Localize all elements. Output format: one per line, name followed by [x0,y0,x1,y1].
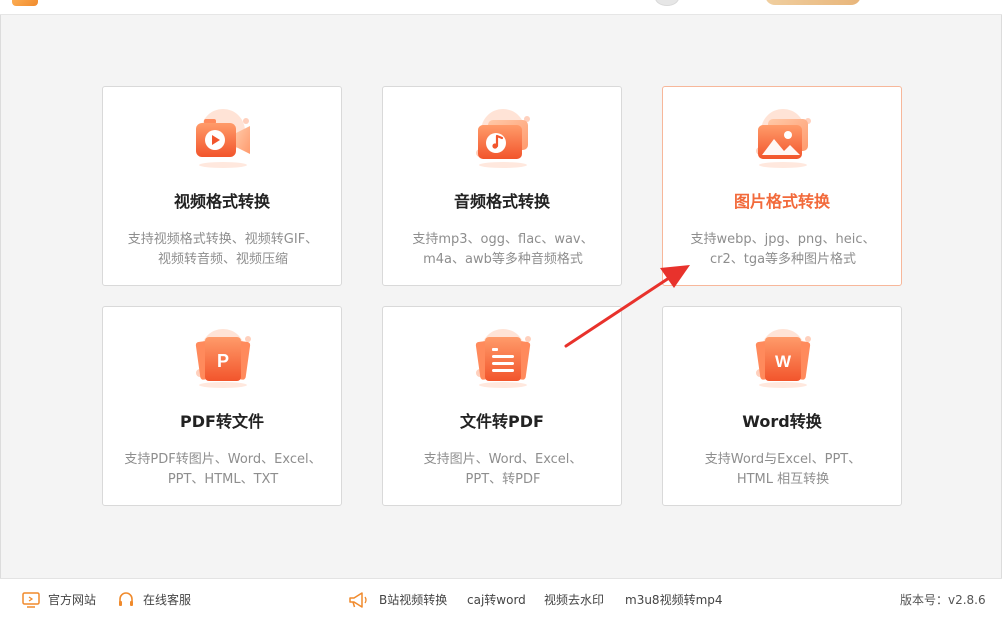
footer-link-watermark[interactable]: 视频去水印 [544,592,604,608]
word-icon: W [748,327,818,389]
vip-button[interactable] [765,0,861,5]
title-bar [0,0,1002,15]
card-title: PDF转文件 [180,412,264,431]
image-icon [748,107,818,169]
status-bar: 官方网站 在线客服 B站视频转换 caj转word 视频去水印 m3u8视频转m… [0,578,1002,620]
svg-text:P: P [217,351,229,371]
avatar[interactable] [655,0,679,6]
svg-text:W: W [775,352,792,371]
card-description: 支持PDF转图片、Word、Excel、 PPT、HTML、TXT [124,452,322,487]
card-audio-convert[interactable]: 音频格式转换 支持mp3、ogg、flac、wav、 m4a、awb等多种音频格… [382,86,622,286]
footer-link-m3u8[interactable]: m3u8视频转mp4 [625,592,723,608]
card-description: 支持mp3、ogg、flac、wav、 m4a、awb等多种音频格式 [412,232,594,267]
pdf-icon: P [188,327,258,389]
card-image-convert[interactable]: 图片格式转换 支持webp、jpg、png、heic、 cr2、tga等多种图片… [662,86,902,286]
card-pdf-to-file[interactable]: P PDF转文件 支持PDF转图片、Word、Excel、 PPT、HTML、T… [102,306,342,506]
footer-link-bilibili[interactable]: B站视频转换 [379,592,447,608]
card-file-to-pdf[interactable]: 文件转PDF 支持图片、Word、Excel、 PPT、转PDF [382,306,622,506]
headset-icon [119,592,133,606]
footer-link-caj[interactable]: caj转word [467,592,526,608]
document-icon [468,327,538,389]
card-word-convert[interactable]: W Word转换 支持Word与Excel、PPT、 HTML 相互转换 [662,306,902,506]
card-description: 支持webp、jpg、png、heic、 cr2、tga等多种图片格式 [690,232,876,267]
card-title: 音频格式转换 [453,192,550,211]
card-description: 支持图片、Word、Excel、 PPT、转PDF [423,452,583,487]
card-title: Word转换 [742,412,822,431]
card-title: 视频格式转换 [173,192,270,211]
music-note-icon [468,107,538,169]
monitor-icon [22,592,40,608]
card-description: 支持Word与Excel、PPT、 HTML 相互转换 [704,452,862,487]
main-panel: 视频格式转换 支持视频格式转换、视频转GIF、 视频转音频、视频压缩 音频格式转… [0,15,1002,578]
app-logo [12,0,38,6]
card-title: 文件转PDF [460,412,544,431]
card-title: 图片格式转换 [733,192,830,211]
card-video-convert[interactable]: 视频格式转换 支持视频格式转换、视频转GIF、 视频转音频、视频压缩 [102,86,342,286]
version-label: 版本号：v2.8.6 [900,593,986,607]
video-camera-icon [188,107,258,169]
card-description: 支持视频格式转换、视频转GIF、 视频转音频、视频压缩 [127,232,319,267]
